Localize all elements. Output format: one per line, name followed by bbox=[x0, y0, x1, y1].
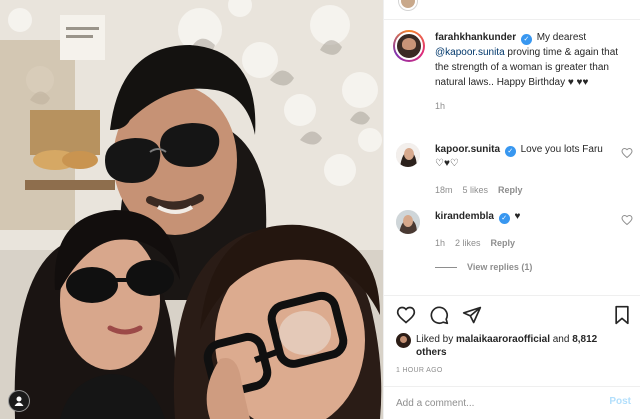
post-actions: Liked by malaikaaroraofficial and 8,812 … bbox=[384, 295, 640, 419]
post-side-panel: farahkhankunder ✓ My dearest @kapoor.sun… bbox=[383, 0, 640, 419]
comment-text: kapoor.sunita ✓ Love you lots Faru ♡♥♡ bbox=[435, 143, 611, 171]
heart-icon[interactable] bbox=[396, 305, 416, 325]
verified-icon: ✓ bbox=[498, 213, 510, 224]
action-icons bbox=[396, 305, 482, 325]
caption-avatar[interactable] bbox=[393, 30, 425, 62]
caption-username[interactable]: farahkhankunder bbox=[435, 32, 516, 43]
liked-by-text: Liked by malaikaaroraofficial and 8,812 … bbox=[416, 333, 616, 359]
liked-by-avatar[interactable] bbox=[396, 333, 411, 348]
liked-by-prefix: Liked by bbox=[416, 334, 454, 345]
caption-text: farahkhankunder ✓ My dearest @kapoor.sun… bbox=[435, 30, 633, 90]
view-replies-line bbox=[435, 266, 457, 268]
view-replies-button[interactable]: View replies (1) bbox=[435, 262, 633, 272]
caption-text-before: My dearest bbox=[536, 32, 587, 43]
comment-item: kapoor.sunita ✓ Love you lots Faru ♡♥♡ 1… bbox=[393, 143, 633, 195]
comment-reply-button[interactable]: Reply bbox=[498, 185, 523, 195]
post-photo[interactable] bbox=[0, 0, 383, 419]
comment-avatar[interactable] bbox=[396, 210, 420, 234]
comment-likes[interactable]: 2 likes bbox=[455, 238, 481, 248]
user-tag-icon[interactable] bbox=[8, 390, 30, 412]
comment-icon[interactable] bbox=[429, 305, 449, 325]
post-caption: farahkhankunder ✓ My dearest @kapoor.sun… bbox=[393, 30, 633, 111]
liked-by: Liked by malaikaaroraofficial and 8,812 … bbox=[396, 333, 616, 359]
post-timestamp[interactable]: 1 HOUR AGO bbox=[396, 367, 443, 374]
bookmark-icon[interactable] bbox=[613, 305, 631, 325]
verified-icon: ✓ bbox=[520, 34, 532, 45]
liked-by-username[interactable]: malaikaaroraofficial bbox=[456, 334, 550, 345]
comment-text: kirandembla ✓ ♥ bbox=[435, 210, 611, 224]
comment-item: kirandembla ✓ ♥ 1h 2 likes Reply View re… bbox=[393, 210, 633, 272]
photo-illustration bbox=[0, 0, 383, 419]
caption-mention[interactable]: @kapoor.sunita bbox=[435, 47, 505, 58]
post-comment-button[interactable]: Post bbox=[609, 396, 631, 407]
comment-meta: 18m 5 likes Reply bbox=[435, 185, 633, 195]
comment-body: ♥ bbox=[514, 211, 521, 222]
verified-icon: ✓ bbox=[504, 146, 516, 157]
comment-time[interactable]: 18m bbox=[435, 185, 453, 195]
comment-username[interactable]: kapoor.sunita bbox=[435, 144, 500, 155]
comment-like-heart-icon[interactable] bbox=[621, 214, 633, 226]
header-avatar[interactable] bbox=[399, 0, 417, 10]
comment-username[interactable]: kirandembla bbox=[435, 211, 494, 222]
post-header bbox=[384, 0, 640, 20]
view-replies-label: View replies (1) bbox=[467, 262, 533, 272]
avatar-image bbox=[396, 143, 420, 167]
comment-like-heart-icon[interactable] bbox=[621, 147, 633, 159]
add-comment-input[interactable] bbox=[396, 395, 586, 411]
person-icon bbox=[14, 396, 24, 406]
liked-by-connector: and bbox=[552, 334, 570, 345]
comment-reply-button[interactable]: Reply bbox=[491, 238, 516, 248]
share-icon[interactable] bbox=[462, 305, 482, 325]
comment-meta: 1h 2 likes Reply bbox=[435, 238, 633, 248]
comment-avatar[interactable] bbox=[396, 143, 420, 167]
avatar-image bbox=[396, 210, 420, 234]
caption-time[interactable]: 1h bbox=[435, 101, 633, 111]
add-comment-bar: Post bbox=[384, 386, 640, 419]
comment-time[interactable]: 1h bbox=[435, 238, 445, 248]
comment-likes[interactable]: 5 likes bbox=[463, 185, 489, 195]
